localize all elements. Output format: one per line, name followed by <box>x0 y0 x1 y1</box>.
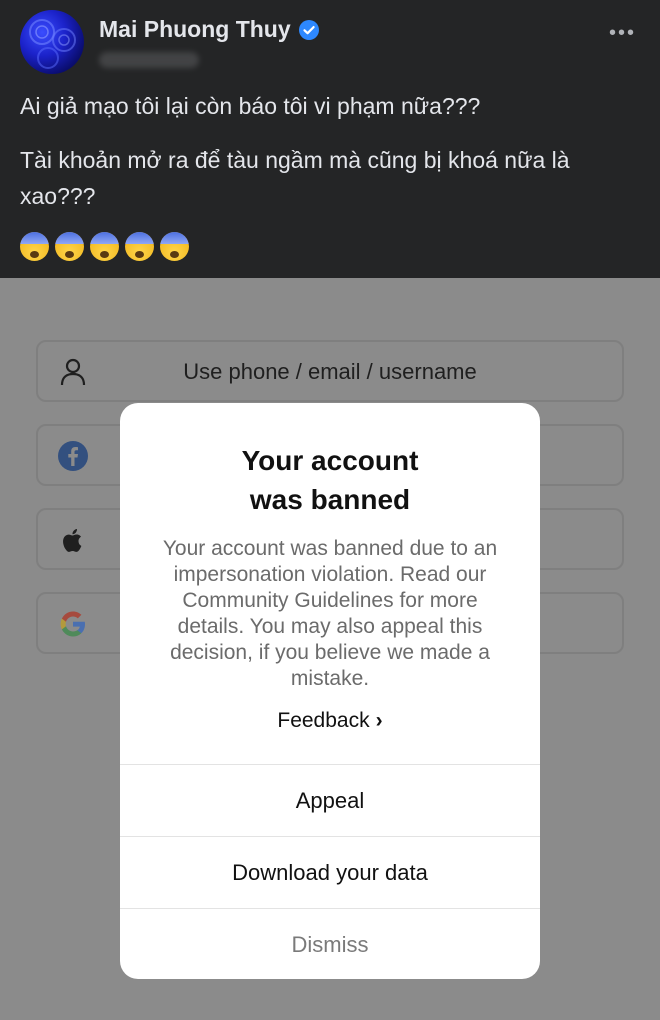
download-your-data-button[interactable]: Download your data <box>120 837 540 908</box>
fearful-face-icon <box>20 232 49 261</box>
fearful-face-icon <box>90 232 119 261</box>
apple-icon <box>63 529 82 552</box>
author-name-row[interactable]: Mai Phuong Thuy <box>99 16 319 43</box>
facebook-icon <box>58 441 88 471</box>
verified-badge-icon <box>298 19 319 40</box>
author-name[interactable]: Mai Phuong Thuy <box>99 16 291 43</box>
feedback-label: Feedback <box>277 709 370 732</box>
chevron-right-icon: › <box>375 709 383 732</box>
dialog-title-line: was banned <box>249 484 411 515</box>
login-option-label: Use phone / email / username <box>183 359 477 384</box>
fearful-face-icon <box>125 232 154 261</box>
post-paragraph: Ai giả mạo tôi lại còn báo tôi vi phạm n… <box>20 93 481 119</box>
account-banned-dialog: Your account was banned Your account was… <box>120 403 540 979</box>
more-options-icon[interactable]: ••• <box>609 22 636 45</box>
dialog-title: Your account was banned <box>120 441 540 519</box>
dismiss-button[interactable]: Dismiss <box>120 909 540 979</box>
dialog-title-line: Your account <box>241 445 419 476</box>
facebook-post: Mai Phuong Thuy ••• Ai giả mạo tôi lại c… <box>0 0 660 278</box>
avatar[interactable] <box>20 10 84 74</box>
login-option-phone-email[interactable]: Use phone / email / username <box>36 340 624 402</box>
fearful-face-icon <box>160 232 189 261</box>
feedback-link[interactable]: Feedback › <box>120 709 540 733</box>
google-icon <box>60 611 85 637</box>
post-paragraph: Tài khoản mở ra để tàu ngầm mà cũng bị k… <box>20 147 570 209</box>
appeal-button[interactable]: Appeal <box>120 765 540 836</box>
post-text: Ai giả mạo tôi lại còn báo tôi vi phạm n… <box>20 88 640 232</box>
blurred-post-meta <box>99 52 199 68</box>
dialog-message: Your account was banned due to an impers… <box>162 537 498 690</box>
blue-roses-image <box>29 19 76 69</box>
fearful-face-icon <box>55 232 84 261</box>
emoji-row <box>20 232 189 261</box>
